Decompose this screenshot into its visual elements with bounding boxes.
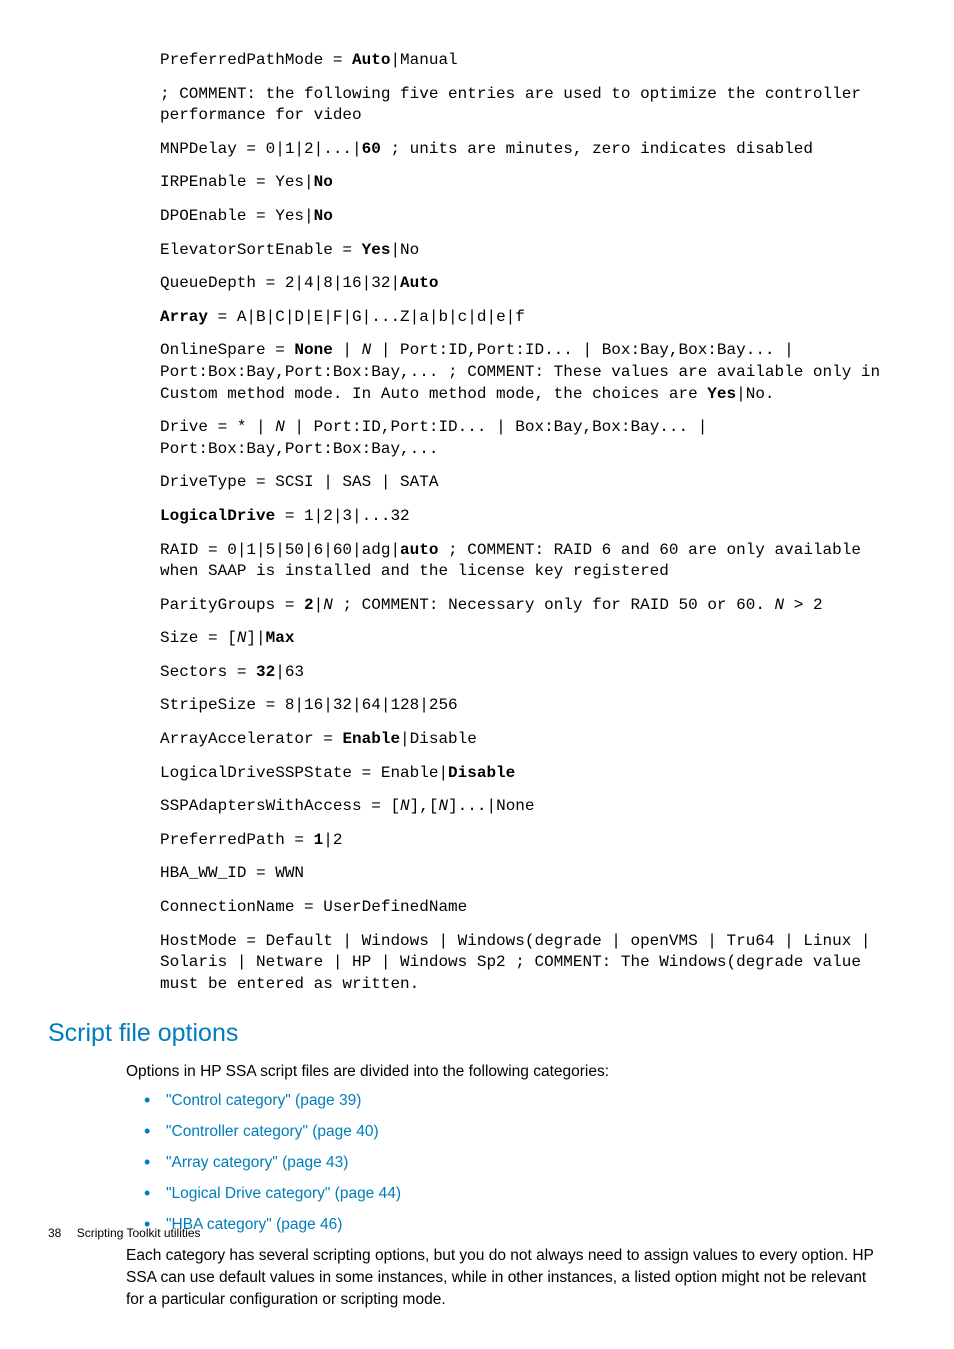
page-number: 38 (48, 1226, 61, 1240)
xref-link[interactable]: "Control category" (page 39) (166, 1092, 361, 1109)
list-item: "Control category" (page 39) (166, 1091, 906, 1112)
xref-link[interactable]: "Array category" (page 43) (166, 1154, 348, 1171)
code-block: PreferredPathMode = Auto|Manual ; COMMEN… (160, 50, 896, 995)
intro-text: Options in HP SSA script files are divid… (126, 1061, 886, 1083)
list-item: "Controller category" (page 40) (166, 1122, 906, 1143)
list-item: "Array category" (page 43) (166, 1153, 906, 1174)
xref-link[interactable]: "Logical Drive category" (page 44) (166, 1185, 401, 1202)
list-item: "Logical Drive category" (page 44) (166, 1184, 906, 1205)
footer-title: Scripting Toolkit utilities (77, 1226, 201, 1240)
xref-link[interactable]: "Controller category" (page 40) (166, 1123, 379, 1140)
link-list: "Control category" (page 39) "Controller… (48, 1091, 906, 1236)
outro-text: Each category has several scripting opti… (126, 1245, 886, 1310)
page-footer: 38 Scripting Toolkit utilities (48, 1225, 201, 1241)
list-item: "HBA category" (page 46) (166, 1215, 906, 1236)
section-heading: Script file options (48, 1017, 906, 1051)
